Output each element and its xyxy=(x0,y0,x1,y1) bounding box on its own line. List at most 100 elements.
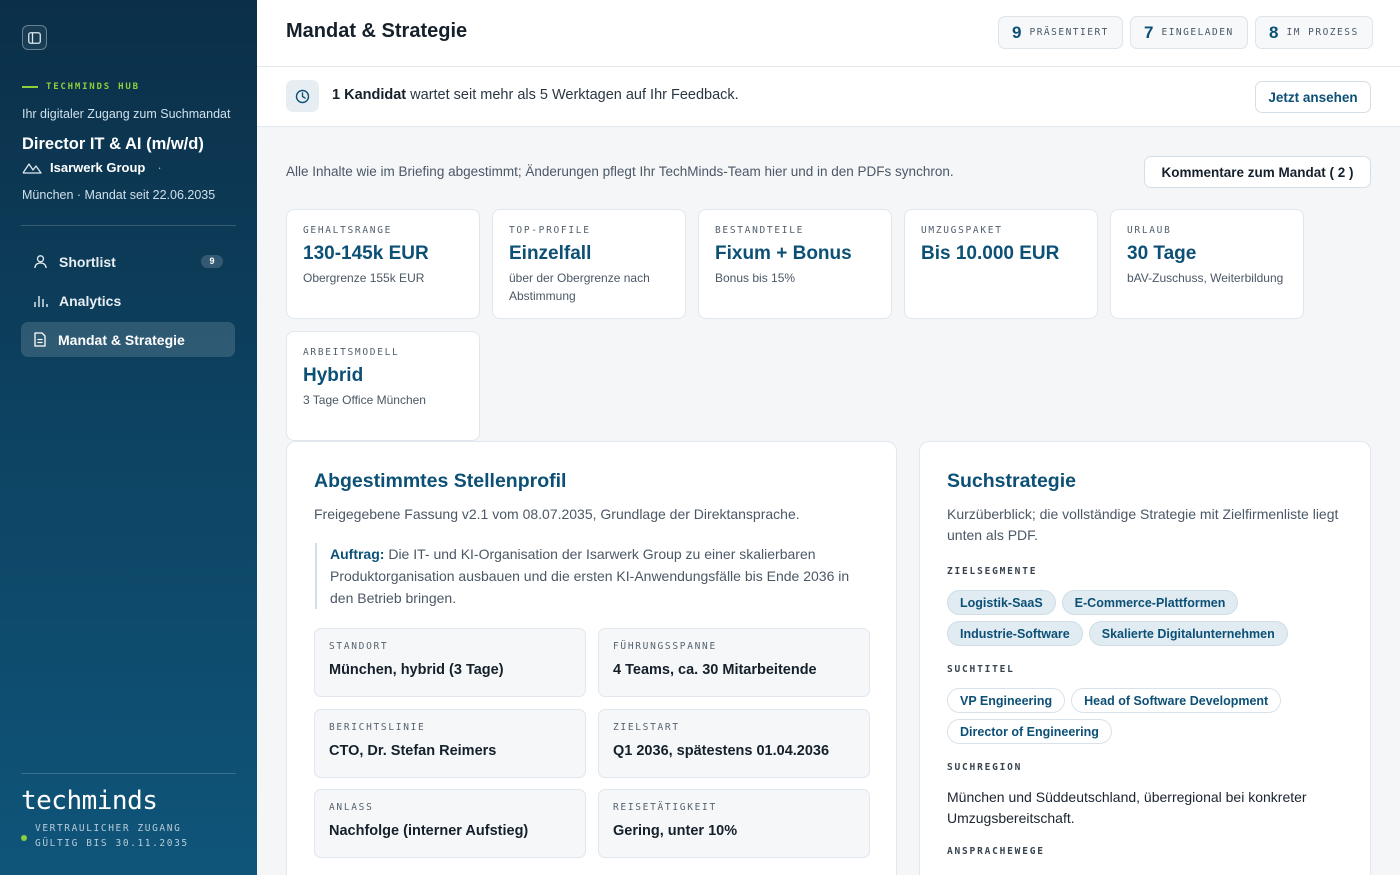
mandate-label: Auftrag: xyxy=(330,546,385,562)
kpi-value: 130-145k EUR xyxy=(303,243,429,264)
hub-label-text: TECHMINDS HUB xyxy=(46,82,140,92)
page-title: Mandat & Strategie xyxy=(286,20,468,42)
stat-praesentiert[interactable]: 9 PRÄSENTIERT xyxy=(998,16,1123,49)
fact-value: Gering, unter 10% xyxy=(613,823,738,839)
job-profile-title: Abgestimmtes Stellenprofil xyxy=(314,470,567,492)
kpi-value: Einzelfall xyxy=(509,243,592,264)
sidebar-item-label: Mandat & Strategie xyxy=(58,331,185,348)
segment-chip: Skalierte Digitalunternehmen xyxy=(1088,621,1288,646)
channels-label: ANSPRACHEWEGE xyxy=(947,846,1045,857)
kpi-card-top-profile: TOP-PROFILE Einzelfall über der Obergren… xyxy=(492,209,686,319)
feedback-message: 1 Kandidat wartet seit mehr als 5 Werkta… xyxy=(332,87,739,103)
fact-zielstart: ZIELSTART Q1 2036, spätestens 01.04.2036 xyxy=(598,709,870,778)
stat-label: IM PROZESS xyxy=(1286,27,1359,38)
mandate-text: Die IT- und KI-Organisation der Isarwerk… xyxy=(330,546,850,606)
kpi-label: GEHALTSRANGE xyxy=(303,225,393,236)
sidebar-item-analytics[interactable]: Analytics xyxy=(21,283,235,318)
segments-label: ZIELSEGMENTE xyxy=(947,566,1038,577)
fact-fuehrungsspanne: FÜHRUNGSSPANNE 4 Teams, ca. 30 Mitarbeit… xyxy=(598,628,870,697)
fact-berichtslinie: BERICHTSLINIE CTO, Dr. Stefan Reimers xyxy=(314,709,586,778)
stat-label: EINGELADEN xyxy=(1161,27,1234,38)
stat-eingeladen[interactable]: 7 EINGELADEN xyxy=(1130,16,1248,49)
company-name: Isarwerk Group xyxy=(50,160,146,175)
brand-logo: techminds xyxy=(21,786,158,816)
page-header: Mandat & Strategie 9 PRÄSENTIERT 7 EINGE… xyxy=(257,0,1400,67)
kpi-label: TOP-PROFILE xyxy=(509,225,591,236)
kpi-card-umzugspaket: UMZUGSPAKET Bis 10.000 EUR xyxy=(904,209,1098,319)
title-chip: Head of Software Development xyxy=(1071,688,1282,713)
sidebar-toggle-button[interactable] xyxy=(22,25,47,50)
search-strategy-description: Kurzüberblick; die vollständige Strategi… xyxy=(947,506,1339,543)
fact-label: BERICHTSLINIE xyxy=(329,722,426,733)
fact-value: München, hybrid (3 Tage) xyxy=(329,662,504,678)
fact-standort: STANDORT München, hybrid (3 Tage) xyxy=(314,628,586,697)
sidebar-item-mandat-strategie[interactable]: Mandat & Strategie xyxy=(21,322,235,357)
kpi-label: BESTANDTEILE xyxy=(715,225,805,236)
fact-label: FÜHRUNGSSPANNE xyxy=(613,641,717,652)
fact-label: ZIELSTART xyxy=(613,722,680,733)
access-valid-until: GÜLTIG BIS 30.11.2035 xyxy=(35,838,189,849)
sidebar-divider xyxy=(21,225,236,226)
mandate-comments-button[interactable]: Kommentare zum Mandat ( 2 ) xyxy=(1144,156,1371,188)
search-strategy-card: Suchstrategie Kurzüberblick; die vollstä… xyxy=(919,441,1371,875)
intro-text: Alle Inhalte wie im Briefing abgestimmt;… xyxy=(286,164,954,179)
view-now-button[interactable]: Jetzt ansehen xyxy=(1255,81,1371,113)
fact-reisetaetigkeit: REISETÄTIGKEIT Gering, unter 10% xyxy=(598,789,870,858)
fact-label: REISETÄTIGKEIT xyxy=(613,802,717,813)
stat-im-prozess[interactable]: 8 IM PROZESS xyxy=(1255,16,1373,49)
company: Isarwerk Group · xyxy=(22,160,162,175)
fact-value: Q1 2036, spätestens 01.04.2036 xyxy=(613,743,830,759)
sidebar: TECHMINDS HUB Ihr digitaler Zugang zum S… xyxy=(0,0,257,875)
sidebar-item-shortlist[interactable]: Shortlist 9 xyxy=(21,244,235,279)
kpi-value: Hybrid xyxy=(303,365,364,386)
stat-number: 8 xyxy=(1269,22,1279,42)
kpi-sub: 3 Tage Office München xyxy=(303,393,426,407)
job-profile-description: Freigegebene Fassung v2.1 vom 08.07.2035… xyxy=(314,506,800,522)
search-strategy-title: Suchstrategie xyxy=(947,470,1076,492)
bar-chart-icon xyxy=(34,296,48,307)
segment-chip: E-Commerce-Plattformen xyxy=(1061,590,1239,615)
fact-value: Nachfolge (interner Aufstieg) xyxy=(329,823,529,839)
kpi-card-urlaub: URLAUB 30 Tage bAV-Zuschuss, Weiterbildu… xyxy=(1110,209,1304,319)
fact-value: CTO, Dr. Stefan Reimers xyxy=(329,743,497,759)
clock-icon xyxy=(286,80,319,112)
kpi-card-bestandteile: BESTANDTEILE Fixum + Bonus Bonus bis 15% xyxy=(698,209,892,319)
role-title: Director IT & AI (m/w/d) xyxy=(22,135,204,153)
segment-chip: Logistik-SaaS xyxy=(947,590,1056,615)
sidebar-divider xyxy=(21,773,236,774)
segment-chip: Industrie-Software xyxy=(947,621,1083,646)
segments-chip-list: Logistik-SaaS E-Commerce-Plattformen Ind… xyxy=(947,590,1347,646)
titles-chip-list: VP Engineering Head of Software Developm… xyxy=(947,688,1347,744)
shortlist-count-badge: 9 xyxy=(201,255,223,268)
access-line: VERTRAULICHER ZUGANG xyxy=(35,823,182,834)
fact-anlass: ANLASS Nachfolge (interner Aufstieg) xyxy=(314,789,586,858)
stat-number: 7 xyxy=(1144,22,1154,42)
kpi-card-gehaltsrange: GEHALTSRANGE 130-145k EUR Obergrenze 155… xyxy=(286,209,480,319)
job-profile-card: Abgestimmtes Stellenprofil Freigegebene … xyxy=(286,441,897,875)
kpi-sub: Obergrenze 155k EUR xyxy=(303,271,425,285)
fact-label: STANDORT xyxy=(329,641,389,652)
company-separator: · xyxy=(157,160,162,175)
region-text: München und Süddeutschland, überregional… xyxy=(947,789,1307,826)
feedback-count: 1 Kandidat xyxy=(332,87,407,103)
fact-label: ANLASS xyxy=(329,802,374,813)
title-chip: VP Engineering xyxy=(947,688,1066,713)
access-info: VERTRAULICHER ZUGANG GÜLTIG BIS 30.11.20… xyxy=(21,821,189,851)
feedback-banner: 1 Kandidat wartet seit mehr als 5 Werkta… xyxy=(257,67,1400,127)
mandate-location: München · Mandat seit 22.06.2035 xyxy=(22,188,216,202)
kpi-value: Bis 10.000 EUR xyxy=(921,243,1060,264)
status-dot xyxy=(21,835,27,841)
user-icon xyxy=(34,255,47,269)
hub-subtitle: Ihr digitaler Zugang zum Suchmandat xyxy=(22,107,231,121)
mountain-icon xyxy=(22,163,42,174)
kpi-value: Fixum + Bonus xyxy=(715,243,852,264)
stat-number: 9 xyxy=(1012,22,1022,42)
fact-value: 4 Teams, ca. 30 Mitarbeitende xyxy=(613,662,817,678)
mandate-statement: Auftrag: Die IT- und KI-Organisation der… xyxy=(315,543,870,609)
kpi-label: URLAUB xyxy=(1127,225,1172,236)
kpi-label: ARBEITSMODELL xyxy=(303,347,400,358)
document-icon xyxy=(34,332,46,347)
feedback-text: wartet seit mehr als 5 Werktagen auf Ihr… xyxy=(406,87,739,103)
hub-label: TECHMINDS HUB xyxy=(22,82,140,92)
kpi-value: 30 Tage xyxy=(1127,243,1197,264)
